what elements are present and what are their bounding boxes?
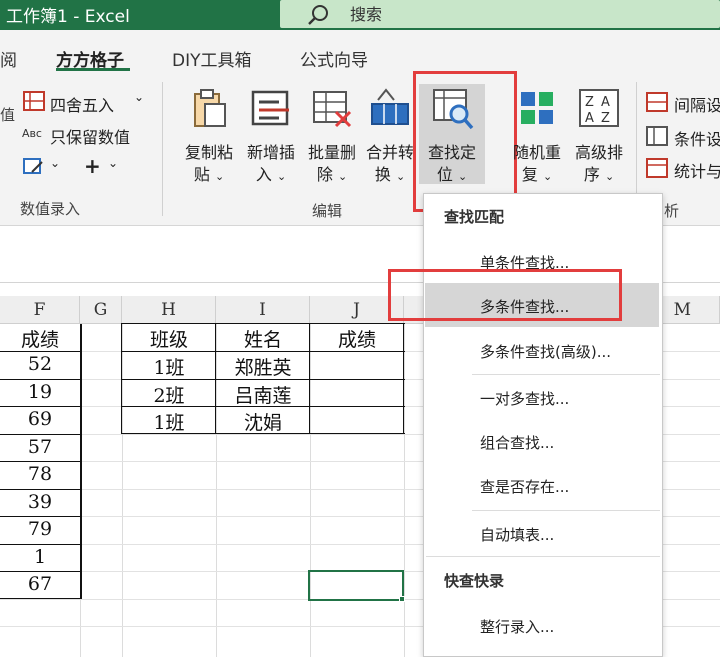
stats-icon: [646, 158, 668, 178]
stats-button[interactable]: 统计与: [674, 158, 720, 182]
menu-separator: [472, 374, 660, 375]
round-dropdown-chevron-icon[interactable]: ⌄: [134, 90, 144, 104]
table-border: [0, 461, 82, 462]
lookup-cell-class[interactable]: 2班: [122, 381, 216, 408]
group-divider: [162, 82, 163, 216]
random-repeat-button[interactable]: 随机重 复 ⌄: [506, 86, 568, 188]
paste-icon: [194, 89, 226, 127]
random-icon: [521, 92, 553, 124]
lookup-cell-class[interactable]: 1班: [122, 353, 216, 380]
menu-item-one-to-many[interactable]: 一对多查找...: [480, 388, 569, 409]
gridline: [404, 324, 405, 657]
table-border: [0, 434, 82, 435]
condition-button[interactable]: 条件设: [674, 126, 720, 150]
cell-f[interactable]: 52: [0, 353, 80, 375]
menu-separator: [472, 510, 660, 511]
table-border: [0, 406, 82, 407]
abc-icon: Aʙc: [22, 127, 42, 140]
fill-handle[interactable]: [399, 596, 405, 602]
gridline: [310, 324, 311, 657]
table-border: [0, 489, 82, 490]
plus-chevron-icon[interactable]: ⌄: [108, 156, 118, 170]
menu-section-quick-entry: 快查快录: [444, 572, 505, 590]
menu-item-row-entry[interactable]: 整行录入...: [480, 616, 554, 637]
search-label[interactable]: 搜索: [350, 1, 382, 25]
menu-item-multi-lookup-advanced[interactable]: 多条件查找(高级)...: [480, 341, 611, 362]
insert-icon: [251, 90, 289, 126]
lookup-header-name[interactable]: 姓名: [216, 325, 310, 352]
table-border: [0, 544, 82, 545]
condition-icon: [646, 126, 668, 146]
lookup-header-class[interactable]: 班级: [122, 325, 216, 352]
merge-convert-button[interactable]: 合并转 换 ⌄: [361, 86, 419, 188]
menu-item-check-exists[interactable]: 查是否存在...: [480, 476, 569, 497]
cell-f[interactable]: 57: [0, 436, 80, 458]
multi-lookup-highlight: [388, 269, 622, 321]
cell-f[interactable]: 1: [0, 546, 80, 568]
lookup-cell-name[interactable]: 郑胜英: [216, 353, 310, 380]
numeric-group-label: 数值录入: [20, 200, 81, 218]
cell-f[interactable]: 78: [0, 463, 80, 485]
cell-f-header[interactable]: 成绩: [0, 325, 80, 352]
ribbon-edge-label: 值: [0, 106, 16, 124]
svg-text:Z: Z: [585, 95, 594, 110]
search-icon[interactable]: [306, 2, 332, 28]
plus-icon[interactable]: +: [84, 154, 101, 178]
lookup-cell-name[interactable]: 沈娟: [216, 408, 310, 435]
window-title: 工作簿1 - Excel: [6, 7, 130, 27]
table-border: [0, 379, 82, 380]
menu-item-auto-fill[interactable]: 自动填表...: [480, 524, 554, 545]
table-border: [0, 598, 82, 599]
round-icon: [23, 91, 45, 111]
keep-values-button[interactable]: 只保留数值: [50, 124, 130, 148]
find-button-highlight: [413, 71, 517, 212]
advanced-sort-button[interactable]: Z A A Z 高级排 序 ⌄: [568, 86, 630, 188]
active-cell[interactable]: [308, 570, 404, 601]
column-header-g[interactable]: G: [80, 296, 122, 324]
svg-text:A: A: [601, 95, 610, 110]
interval-button[interactable]: 间隔设: [674, 92, 720, 116]
svg-text:Z: Z: [601, 111, 610, 126]
menu-item-combined-lookup[interactable]: 组合查找...: [480, 432, 554, 453]
tab-formula-wizard[interactable]: 公式向导: [300, 46, 368, 71]
edit-cell-icon[interactable]: [22, 156, 46, 178]
round-button[interactable]: 四舍五入: [50, 92, 114, 116]
column-header-f[interactable]: F: [0, 296, 80, 324]
table-border: [121, 323, 405, 324]
tab-diy-toolbox[interactable]: DIY工具箱: [172, 46, 252, 71]
menu-section-match: 查找匹配: [444, 208, 505, 226]
tab-view[interactable]: 阅: [0, 46, 17, 71]
lookup-cell-name[interactable]: 吕南莲: [216, 381, 310, 408]
cell-f[interactable]: 69: [0, 408, 80, 430]
table-border: [0, 571, 82, 572]
cell-f[interactable]: 79: [0, 518, 80, 540]
menu-separator: [426, 556, 660, 557]
batch-delete-button[interactable]: 批量删 除 ⌄: [301, 86, 363, 188]
search-box[interactable]: [280, 0, 720, 28]
svg-text:A: A: [585, 111, 594, 126]
edit-group-label: 编辑: [312, 202, 343, 220]
lookup-header-score[interactable]: 成绩: [310, 325, 404, 352]
cell-f[interactable]: 39: [0, 491, 80, 513]
column-header-i[interactable]: I: [216, 296, 310, 324]
insert-button[interactable]: 新增插 入 ⌄: [240, 86, 302, 188]
interval-icon: [646, 92, 668, 112]
sort-icon: Z A A Z: [579, 89, 619, 127]
column-header-h[interactable]: H: [122, 296, 216, 324]
paste-button[interactable]: 复制粘 贴 ⌄: [178, 86, 240, 188]
merge-icon: [371, 88, 409, 125]
delete-icon: [313, 91, 352, 128]
table-border: [0, 516, 82, 517]
lookup-cell-class[interactable]: 1班: [122, 408, 216, 435]
edit-cell-chevron-icon[interactable]: ⌄: [50, 156, 60, 170]
cell-f[interactable]: 67: [0, 573, 80, 595]
active-tab-indicator: [56, 68, 130, 71]
right-group-label: 析: [664, 202, 680, 220]
cell-f[interactable]: 19: [0, 381, 80, 403]
